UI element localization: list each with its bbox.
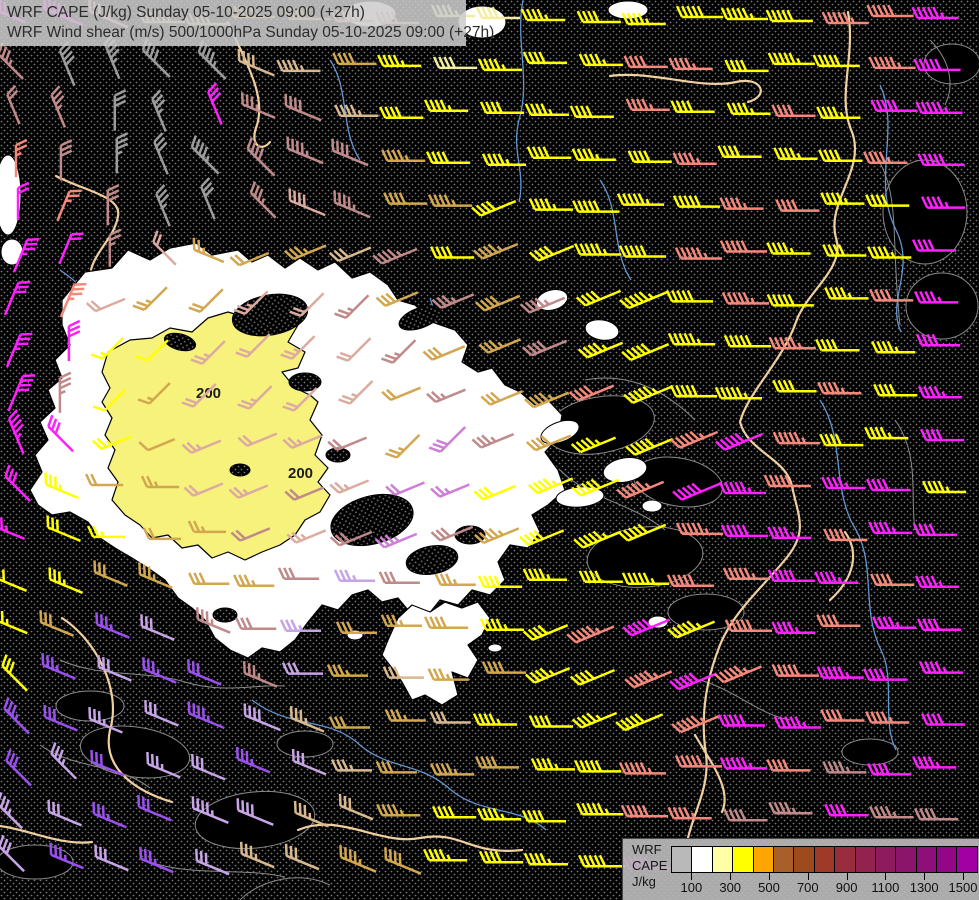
cape-fragment (641, 499, 663, 513)
terrain-patch (0, 844, 74, 880)
legend-tick-value: 300 (719, 880, 742, 895)
legend-swatch (732, 846, 754, 873)
legend-color-scale (671, 846, 978, 873)
legend-swatch (793, 846, 815, 873)
cape-hole (229, 463, 251, 477)
cape-hole (212, 607, 238, 623)
legend-tick (691, 873, 693, 880)
legend-tick-value: 900 (835, 880, 858, 895)
legend-swatch (854, 846, 876, 873)
legend-swatch (895, 846, 917, 873)
cape-legend: WRF CAPE J/kg 100 300 500 700 900 1100 1300 150… (622, 838, 979, 900)
legend-swatch (711, 846, 734, 873)
legend-tick (807, 873, 809, 880)
cape-contour-label: 200 (288, 465, 313, 482)
legend-tick (846, 873, 848, 880)
terrain-patch (882, 159, 968, 265)
legend-label-unit: J/kg (632, 874, 656, 889)
title-line-cape: WRF CAPE (J/kg) Sunday 05-10-2025 09:00 … (7, 4, 365, 21)
legend-swatch (915, 846, 938, 873)
legend-swatch (691, 846, 713, 873)
weather-map-stage: 200 200 WRF CAPE (J/kg) Sunday 05-10-2025… (0, 0, 979, 900)
title-line-shear: WRF Wind shear (m/s) 500/1000hPa Sunday … (7, 24, 495, 41)
cape-fragment (487, 643, 503, 653)
legend-tick-value: 500 (758, 880, 780, 895)
legend-tick (885, 873, 887, 880)
terrain-patch (905, 272, 979, 340)
legend-tick-value: 100 (680, 880, 703, 895)
legend-tick (730, 873, 732, 880)
legend-tick (963, 873, 964, 880)
legend-tick-value: 700 (796, 880, 819, 895)
legend-tick-value: 1500 (948, 880, 978, 895)
legend-swatch (874, 846, 897, 873)
legend-tick-value: 1100 (871, 880, 900, 895)
legend-tick (769, 873, 770, 880)
legend-tick-value: 1300 (909, 880, 939, 895)
legend-swatch (936, 846, 958, 873)
terrain-patch (841, 738, 899, 766)
legend-swatch (956, 846, 978, 873)
legend-swatch (834, 846, 856, 873)
cape-fragment (607, 0, 649, 20)
legend-label-wrf: WRF (632, 842, 662, 857)
legend-swatch (671, 846, 693, 873)
legend-swatch (813, 846, 836, 873)
weather-map-canvas: 200200 (0, 0, 979, 900)
legend-label-cape: CAPE (632, 858, 668, 873)
terrain-patch (276, 730, 334, 758)
legend-swatch (772, 846, 795, 873)
map-title-bar: WRF CAPE (J/kg) Sunday 05-10-2025 09:00 … (0, 0, 495, 46)
legend-swatch (752, 846, 774, 873)
legend-tick (924, 873, 926, 880)
legend-label: WRF CAPE J/kg (632, 842, 667, 890)
